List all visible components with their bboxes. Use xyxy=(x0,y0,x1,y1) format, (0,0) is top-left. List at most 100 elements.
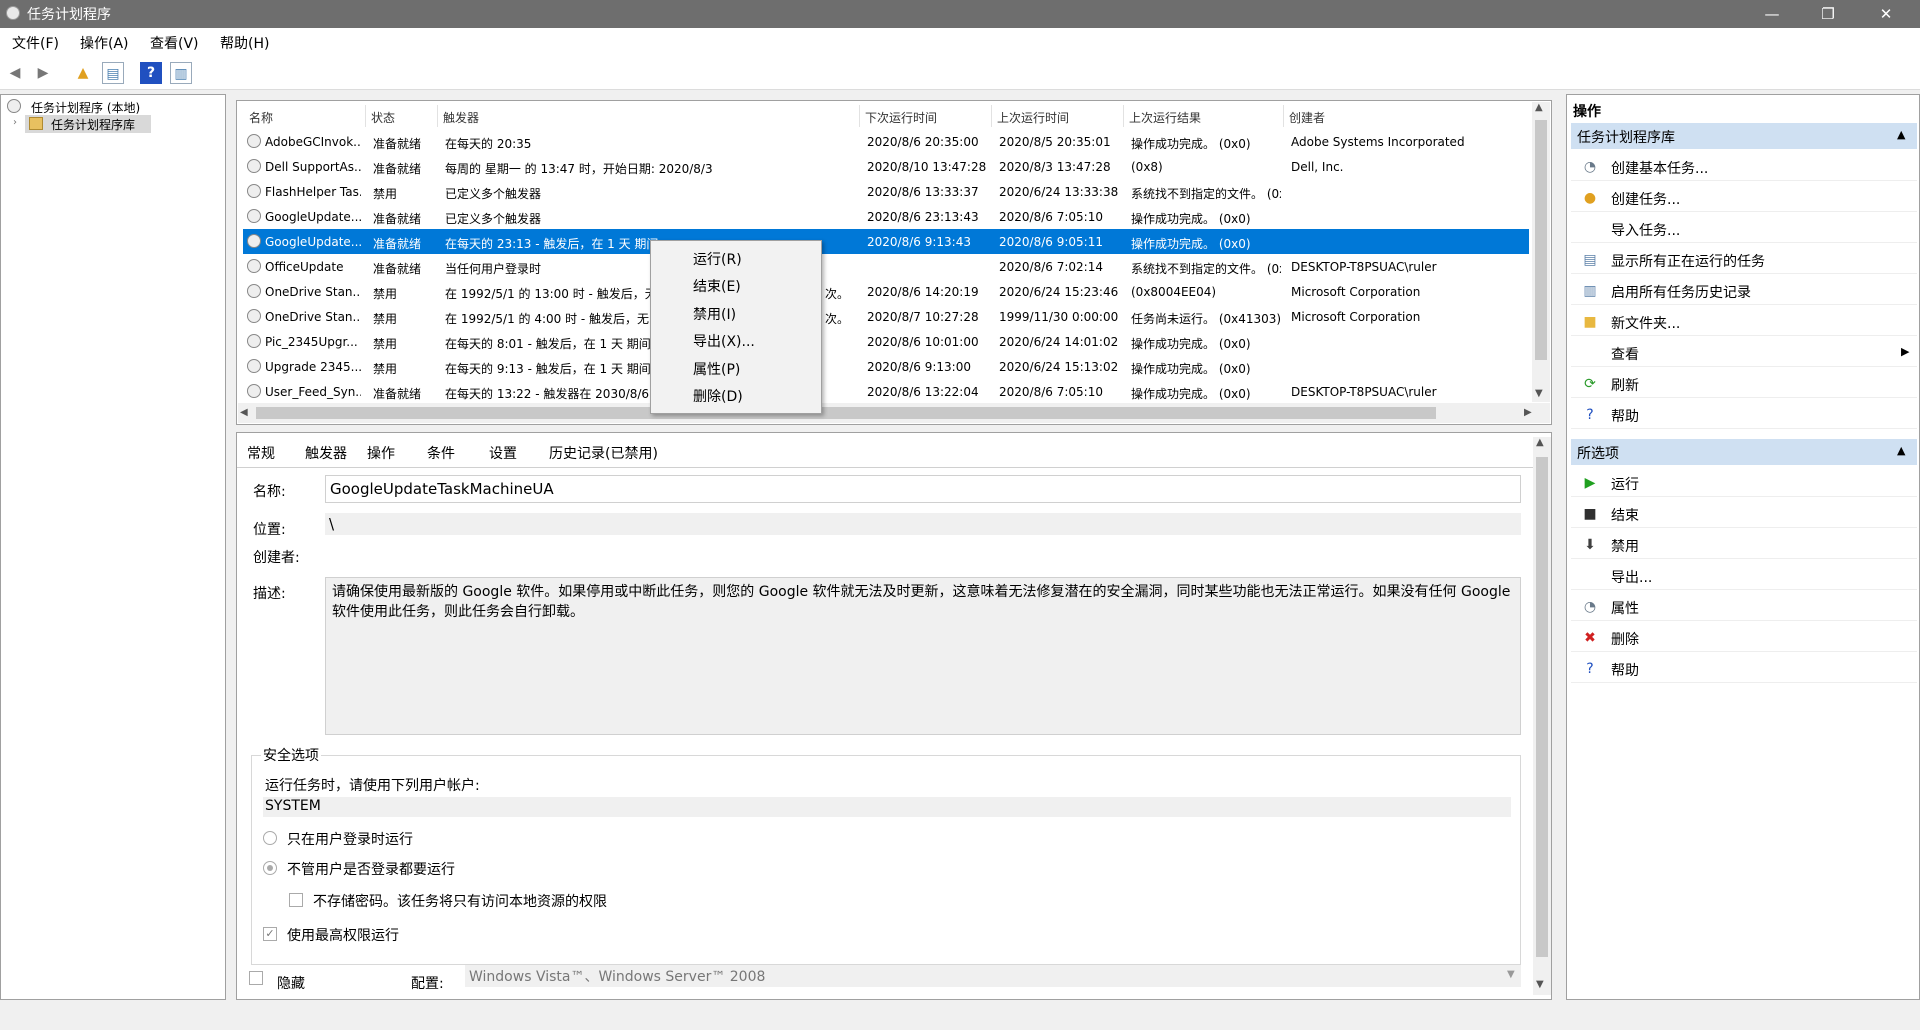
action-item[interactable]: 导出... xyxy=(1571,562,1917,590)
menu-file[interactable]: 文件(F) xyxy=(12,33,59,53)
tree-item-library[interactable]: 任务计划程序库 xyxy=(25,115,151,133)
scroll-up-icon[interactable]: ▲ xyxy=(1536,437,1544,448)
tree-root[interactable]: 任务计划程序 (本地) xyxy=(31,99,140,116)
action-item[interactable]: 导入任务... xyxy=(1571,215,1917,243)
menu-action[interactable]: 操作(A) xyxy=(80,33,129,53)
menu-bar: 文件(F) 操作(A) 查看(V) 帮助(H) xyxy=(0,28,1920,56)
maximize-button[interactable]: ❐ xyxy=(1800,0,1856,28)
tab-2[interactable]: 操作 xyxy=(367,443,395,463)
table-row[interactable]: OneDrive Stan... 禁用在 1992/5/1 的 4:00 时 - … xyxy=(243,304,1529,329)
config-select[interactable]: Windows Vista™、Windows Server™ 2008 xyxy=(465,965,1521,987)
table-row[interactable]: FlashHelper Tas... 禁用 已定义多个触发器 2020/8/6 13:… xyxy=(243,179,1529,204)
ctx-delete[interactable]: 删除(D) xyxy=(693,386,743,406)
show-hide-tree-icon[interactable]: ▤ xyxy=(102,62,124,84)
help-icon[interactable]: ? xyxy=(140,62,162,84)
action-folder-icon[interactable]: ■ 新文件夹... xyxy=(1571,308,1917,336)
scroll-down-icon[interactable]: ▼ xyxy=(1536,979,1544,990)
radio-logged-on-only[interactable] xyxy=(263,831,277,845)
column-header-result[interactable]: 上次运行结果 xyxy=(1129,109,1201,126)
tab-3[interactable]: 条件 xyxy=(427,443,455,463)
checkbox-hidden-label: 隐藏 xyxy=(277,976,305,992)
ctx-export[interactable]: 导出(X)... xyxy=(693,331,755,351)
table-row[interactable]: OneDrive Stan... 禁用在 1992/5/1 的 13:00 时 -… xyxy=(243,279,1529,304)
scroll-up-icon[interactable]: ▲ xyxy=(1535,102,1543,113)
clock-icon xyxy=(7,99,21,113)
table-row[interactable]: GoogleUpdate... 准备就绪 在每天的 23:13 - 触发后，在 1 … xyxy=(243,229,1529,254)
table-row[interactable]: AdobeGCInvok... 准备就绪 在每天的 20:35 2020/8/6 20… xyxy=(243,129,1529,154)
description-field[interactable]: 请确保使用最新版的 Google 软件。如果停用或中断此任务，则您的 Googl… xyxy=(325,577,1521,735)
action-help-icon[interactable]: ? 帮助 xyxy=(1571,401,1917,429)
column-header-status[interactable]: 状态 xyxy=(371,109,395,126)
checkbox-do-not-store-password[interactable] xyxy=(289,893,303,907)
folder-clock-icon xyxy=(29,117,43,130)
action-label: 帮助 xyxy=(1611,409,1639,425)
back-arrow-icon[interactable]: ◀ xyxy=(4,62,26,84)
chevron-down-icon[interactable]: ▼ xyxy=(1507,969,1515,980)
action-properties-icon[interactable]: ◔ 属性 xyxy=(1571,593,1917,621)
section-library-header[interactable]: 任务计划程序库 ▲ xyxy=(1571,123,1917,149)
table-row[interactable]: OfficeUpdate 准备就绪 当任何用户登录时 2020/8/6 7:02:14… xyxy=(243,254,1529,279)
ctx-properties[interactable]: 属性(P) xyxy=(693,359,740,379)
action-delete-icon[interactable]: ✖ 删除 xyxy=(1571,624,1917,652)
task-list-vertical-scrollbar[interactable]: ▲ ▼ xyxy=(1532,102,1550,402)
column-header-last[interactable]: 上次运行时间 xyxy=(997,109,1069,126)
up-folder-icon[interactable]: ▲ xyxy=(72,62,94,84)
table-row[interactable]: Pic_2345Upgr... 禁用 在每天的 8:01 - 触发后，在 1 天 期… xyxy=(243,329,1529,354)
cell-last: 2020/6/24 15:23:46 xyxy=(999,285,1119,299)
collapse-icon[interactable]: ▲ xyxy=(1897,444,1905,457)
scroll-thumb[interactable] xyxy=(256,407,1436,419)
action-create-basic-task-icon[interactable]: ◔ 创建基本任务... xyxy=(1571,153,1917,181)
forward-arrow-icon[interactable]: ▶ xyxy=(32,62,54,84)
action-disable-icon[interactable]: ⬇ 禁用 xyxy=(1571,531,1917,559)
action-running-tasks-icon[interactable]: ▤ 显示所有正在运行的任务 xyxy=(1571,246,1917,274)
column-header-next[interactable]: 下次运行时间 xyxy=(865,109,937,126)
menu-view[interactable]: 查看(V) xyxy=(150,33,199,53)
cell-status: 准备就绪 xyxy=(373,387,422,401)
table-row[interactable]: Dell SupportAs... 准备就绪 每周的 星期一 的 13:47 时，开… xyxy=(243,154,1529,179)
detail-vertical-scrollbar[interactable]: ▲ ▼ xyxy=(1533,437,1551,995)
action-stop-icon[interactable]: ■ 结束 xyxy=(1571,500,1917,528)
close-button[interactable]: ✕ xyxy=(1858,0,1914,28)
task-list-horizontal-scrollbar[interactable]: ◀ ▶ xyxy=(238,403,1550,423)
scroll-down-icon[interactable]: ▼ xyxy=(1535,388,1543,399)
cell-name: Upgrade 2345... xyxy=(265,360,361,374)
action-refresh-icon[interactable]: ⟳ 刷新 xyxy=(1571,370,1917,398)
cell-name: Dell SupportAs... xyxy=(265,160,361,174)
minimize-button[interactable]: — xyxy=(1744,0,1800,28)
action-create-task-icon[interactable]: ● 创建任务... xyxy=(1571,184,1917,212)
show-hide-actions-icon[interactable]: ▥ xyxy=(170,62,192,84)
action-help-icon[interactable]: ? 帮助 xyxy=(1571,655,1917,683)
table-row[interactable]: Upgrade 2345... 禁用 在每天的 9:13 - 触发后，在 1 天 期… xyxy=(243,354,1529,379)
menu-help[interactable]: 帮助(H) xyxy=(220,33,269,53)
radio-run-whether-logged-on[interactable] xyxy=(263,861,277,875)
cell-status: 准备就绪 xyxy=(373,237,422,251)
scroll-thumb[interactable] xyxy=(1536,457,1548,957)
table-row[interactable]: GoogleUpdate... 准备就绪 已定义多个触发器 2020/8/6 23:1… xyxy=(243,204,1529,229)
ctx-end[interactable]: 结束(E) xyxy=(693,276,741,296)
collapse-icon[interactable]: ▲ xyxy=(1897,128,1905,141)
action-item[interactable]: 查看 ▶ xyxy=(1571,339,1917,367)
table-row[interactable]: User_Feed_Syn... 准备就绪 在每天的 13:22 - 触发器在 20… xyxy=(243,379,1529,404)
cell-result: 操作成功完成。 (0x0) xyxy=(1131,237,1251,251)
checkbox-hidden[interactable] xyxy=(249,971,263,985)
ctx-disable[interactable]: 禁用(I) xyxy=(693,304,736,324)
section-selected-header[interactable]: 所选项 ▲ xyxy=(1571,439,1917,465)
scroll-right-icon[interactable]: ▶ xyxy=(1524,407,1532,418)
tab-4[interactable]: 设置 xyxy=(489,443,517,463)
column-header-name[interactable]: 名称 xyxy=(249,109,273,126)
name-field[interactable]: GoogleUpdateTaskMachineUA xyxy=(325,475,1521,503)
tab-5[interactable]: 历史记录(已禁用) xyxy=(549,443,658,463)
scroll-left-icon[interactable]: ◀ xyxy=(240,407,248,418)
expand-chevron-icon[interactable]: › xyxy=(13,117,17,128)
checkbox-highest-privileges[interactable]: ✓ xyxy=(263,927,277,941)
tab-1[interactable]: 触发器 xyxy=(305,443,347,463)
run-as-user: SYSTEM xyxy=(263,797,1511,817)
refresh-icon: ⟳ xyxy=(1584,376,1596,392)
tab-0[interactable]: 常规 xyxy=(247,443,275,463)
ctx-run[interactable]: 运行(R) xyxy=(693,249,742,269)
column-header-author[interactable]: 创建者 xyxy=(1289,109,1325,126)
action-run-icon[interactable]: ▶ 运行 xyxy=(1571,469,1917,497)
column-header-trigger[interactable]: 触发器 xyxy=(443,109,479,126)
action-history-icon[interactable]: ▥ 启用所有任务历史记录 xyxy=(1571,277,1917,305)
scroll-thumb[interactable] xyxy=(1535,120,1547,360)
